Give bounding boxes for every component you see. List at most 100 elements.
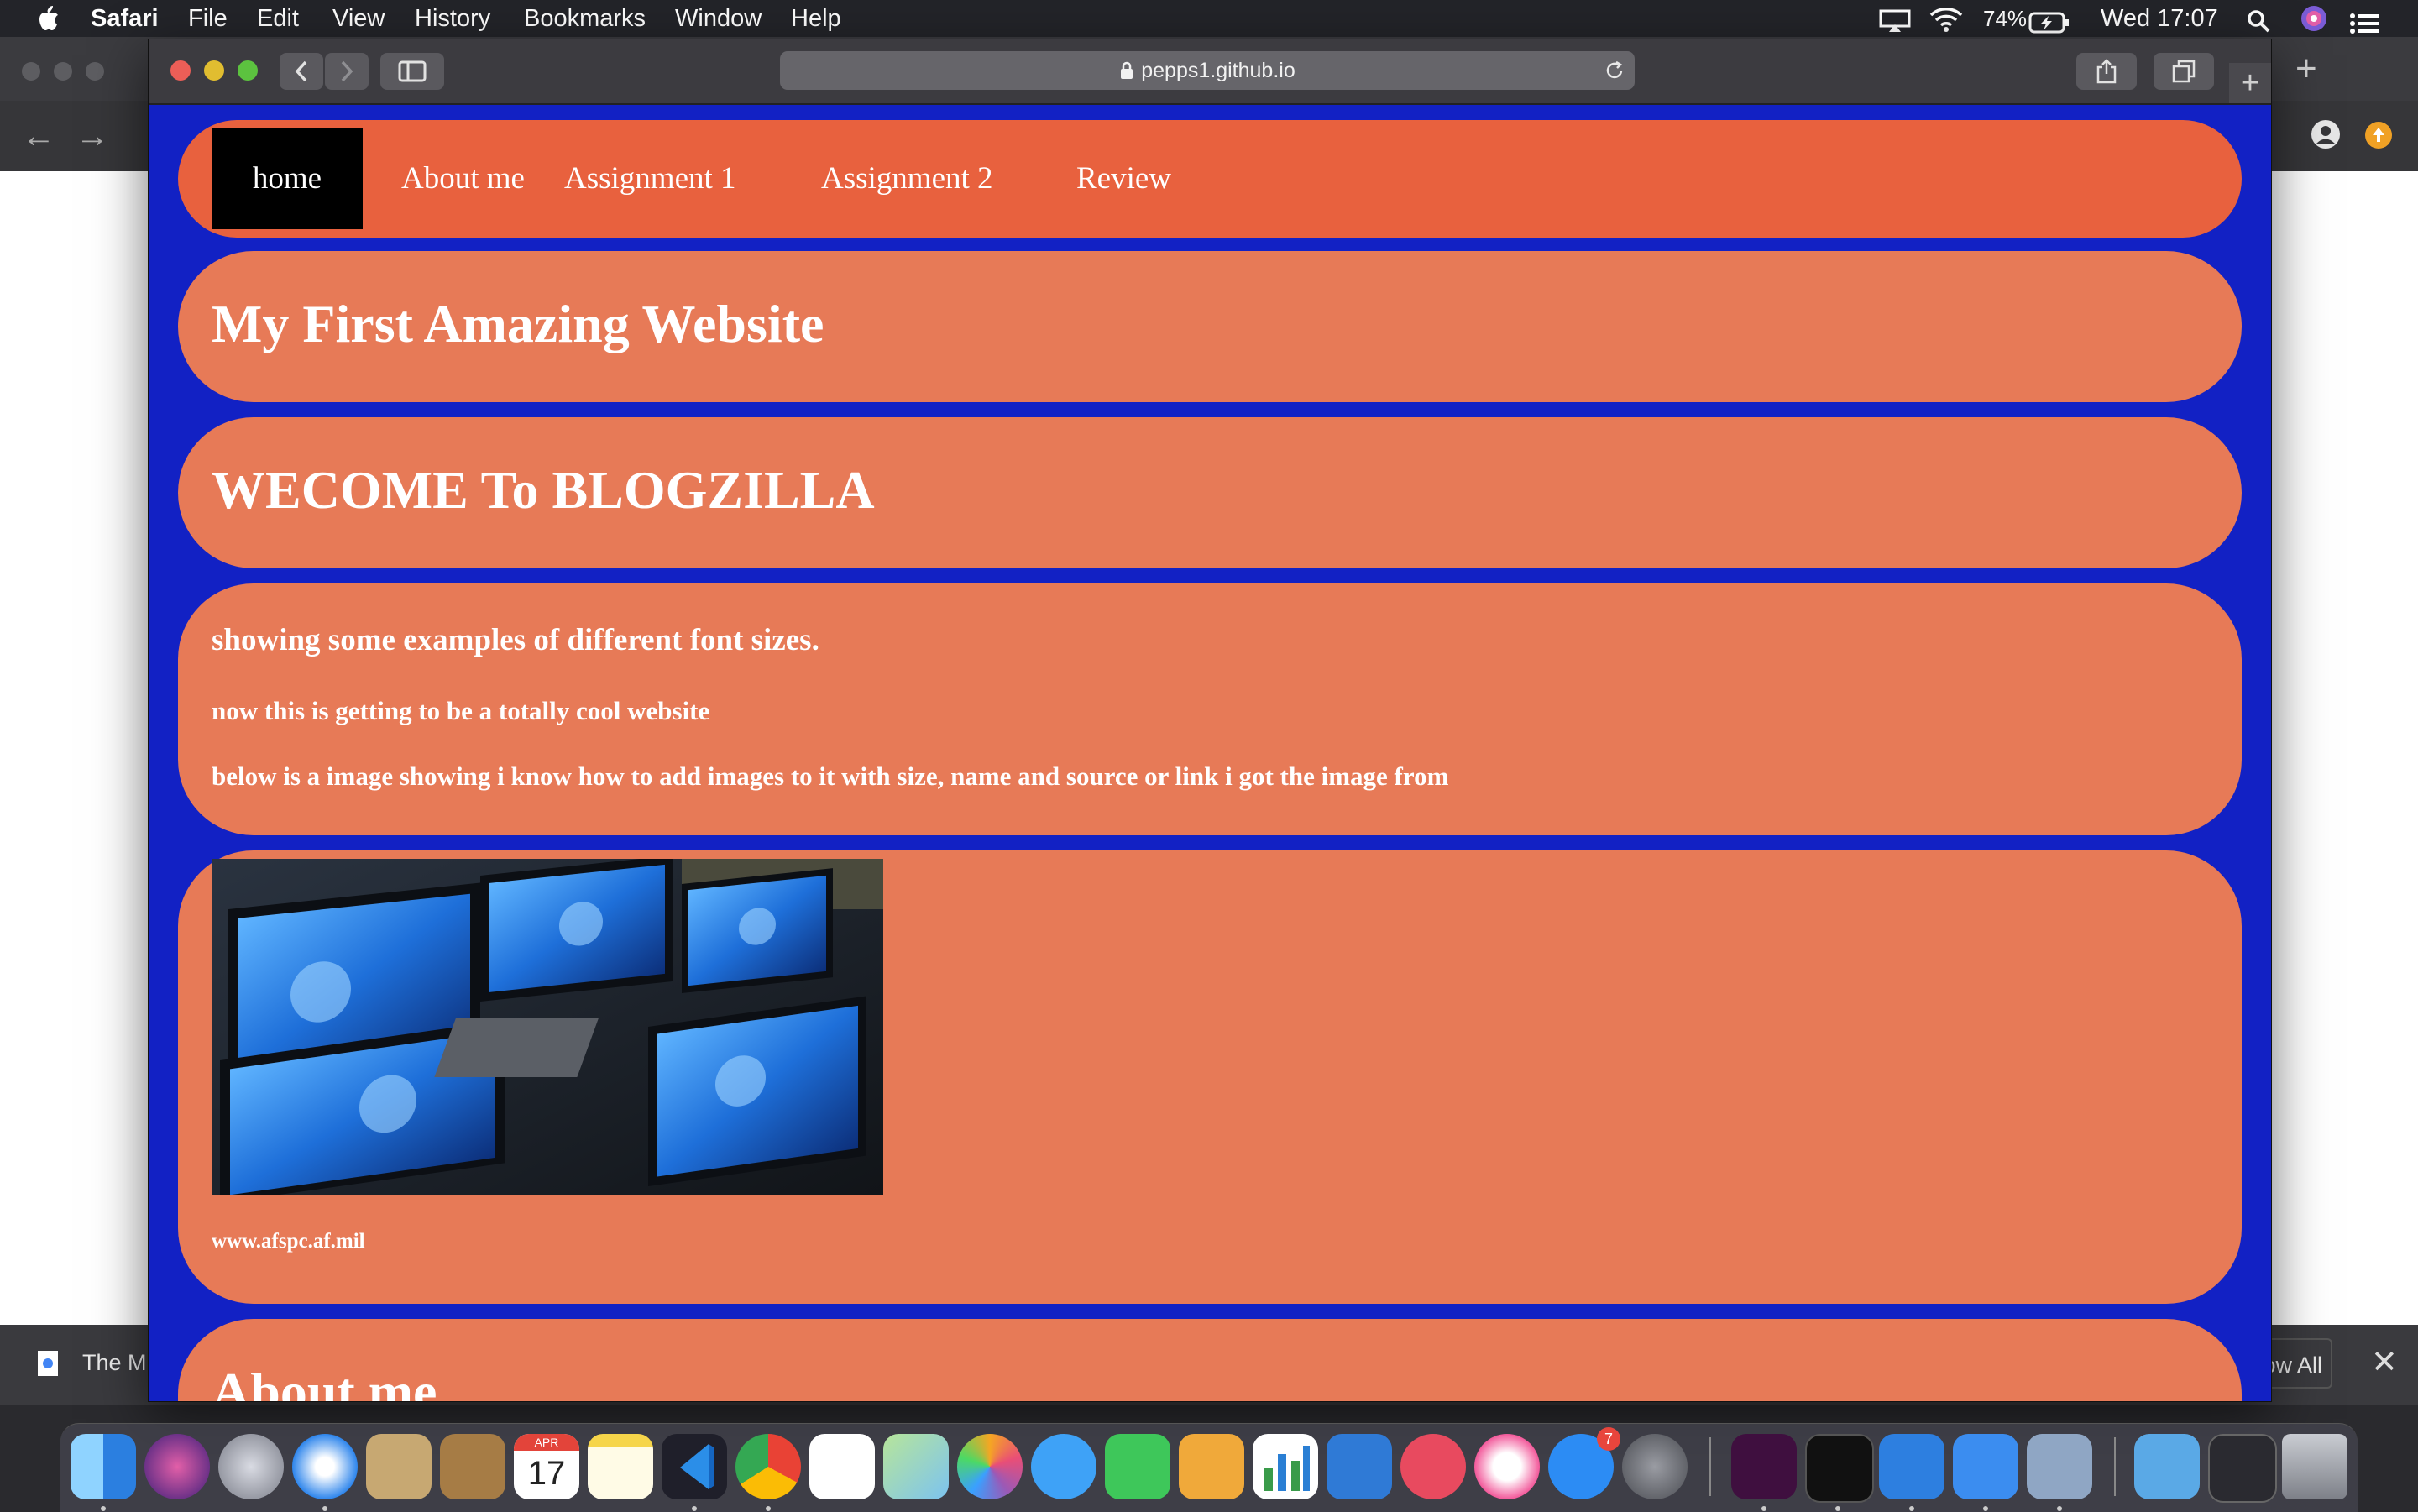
nav-review[interactable]: Review xyxy=(1076,128,1171,229)
siri-icon[interactable] xyxy=(2300,5,2327,32)
vscode-icon[interactable] xyxy=(662,1434,727,1499)
terminal-icon[interactable] xyxy=(1805,1434,1874,1503)
facetime-icon[interactable] xyxy=(1105,1434,1170,1499)
close-download-bar-icon[interactable]: ✕ xyxy=(2371,1343,2398,1381)
preview-icon[interactable] xyxy=(2027,1434,2092,1499)
chevron-left-icon xyxy=(295,60,307,82)
spotlight-search-icon[interactable] xyxy=(2247,7,2270,33)
running-indicator xyxy=(322,1506,327,1511)
nav-about-me[interactable]: About me xyxy=(401,128,525,229)
download-item-name[interactable]: The M xyxy=(82,1350,147,1376)
nav-home[interactable]: home xyxy=(212,128,363,229)
photos-icon[interactable] xyxy=(957,1434,1023,1499)
dock: APR 17 7 xyxy=(60,1423,2358,1512)
siri-dock-icon[interactable] xyxy=(144,1434,210,1499)
laptops-image xyxy=(212,859,883,1195)
safari-dock-icon[interactable] xyxy=(292,1434,358,1499)
bg-forward-icon[interactable]: → xyxy=(76,118,109,155)
share-button[interactable] xyxy=(2076,53,2137,90)
news-icon[interactable] xyxy=(1400,1434,1466,1499)
site-title: My First Amazing Website xyxy=(212,294,824,353)
keynote-icon[interactable] xyxy=(1327,1434,1392,1499)
download-file-icon xyxy=(37,1350,59,1383)
bg-profile-icon[interactable] xyxy=(2311,119,2341,154)
about-heading: About me xyxy=(212,1362,437,1402)
menu-app-name[interactable]: Safari xyxy=(91,0,159,37)
launchpad-icon[interactable] xyxy=(218,1434,284,1499)
contacts-icon[interactable] xyxy=(440,1434,505,1499)
nav-assignment-2[interactable]: Assignment 2 xyxy=(821,128,993,229)
menu-window[interactable]: Window xyxy=(675,0,762,37)
menu-view[interactable]: View xyxy=(332,0,385,37)
new-tab-button[interactable]: + xyxy=(2229,63,2271,103)
app-store-icon[interactable]: 7 xyxy=(1548,1427,1620,1499)
running-indicator xyxy=(2057,1506,2062,1511)
apple-icon[interactable] xyxy=(34,0,62,37)
calendar-icon[interactable]: APR 17 xyxy=(514,1434,579,1499)
system-preferences-icon[interactable] xyxy=(1622,1434,1688,1499)
downloads-folder-icon[interactable] xyxy=(2134,1434,2200,1499)
menu-history[interactable]: History xyxy=(415,0,490,37)
title-panel: My First Amazing Website xyxy=(178,251,2242,402)
bg-update-icon[interactable] xyxy=(2364,121,2393,154)
menu-bookmarks[interactable]: Bookmarks xyxy=(524,0,646,37)
safari-toolbar: pepps1.github.io + xyxy=(149,39,2271,105)
font-example-large: showing some examples of different font … xyxy=(212,623,819,657)
menu-bar: Safari File Edit View History Bookmarks … xyxy=(0,0,2418,37)
running-indicator xyxy=(101,1506,106,1511)
address-bar[interactable]: pepps1.github.io xyxy=(780,51,1635,90)
image-source-credit[interactable]: www.afspc.af.mil xyxy=(212,1230,365,1253)
menu-edit[interactable]: Edit xyxy=(257,0,299,37)
pages-icon[interactable] xyxy=(1179,1434,1244,1499)
screenshot-stack-icon[interactable] xyxy=(2208,1434,2277,1503)
running-indicator xyxy=(1761,1506,1766,1511)
font-examples-panel: showing some examples of different font … xyxy=(178,583,2242,835)
share-icon xyxy=(2096,59,2117,84)
bg-back-icon[interactable]: ← xyxy=(22,118,55,155)
mail-stamp-icon[interactable] xyxy=(366,1434,432,1499)
safari-window: pepps1.github.io + home About me Assignm… xyxy=(148,39,2272,1402)
battery-percent: 74% xyxy=(1983,6,2028,31)
calendar-day: 17 xyxy=(527,1455,566,1492)
notes-icon[interactable] xyxy=(588,1434,653,1499)
zoom-window-button[interactable] xyxy=(238,60,258,81)
numbers-icon[interactable] xyxy=(1253,1434,1318,1499)
about-panel: About me xyxy=(178,1319,2242,1402)
xcode-icon[interactable] xyxy=(1879,1434,1944,1499)
maps-icon[interactable] xyxy=(883,1434,949,1499)
music-icon[interactable] xyxy=(1474,1434,1540,1499)
airplay-icon[interactable] xyxy=(1879,7,1911,32)
close-window-button[interactable] xyxy=(170,60,191,81)
battery-icon[interactable] xyxy=(2028,8,2070,34)
bg-close-dot xyxy=(22,62,40,81)
dock-divider xyxy=(1709,1437,1711,1496)
bg-zoom-dot xyxy=(86,62,104,81)
simulator-icon[interactable] xyxy=(1953,1434,2018,1499)
chrome-icon[interactable] xyxy=(735,1434,801,1499)
notification-center-icon[interactable] xyxy=(2349,8,2379,34)
back-button[interactable] xyxy=(280,53,323,90)
menu-clock[interactable]: Wed 17:07 xyxy=(2101,0,2218,37)
running-indicator xyxy=(1983,1506,1988,1511)
forward-button[interactable] xyxy=(325,53,369,90)
slack-icon[interactable] xyxy=(1731,1434,1797,1499)
tabs-overview-button[interactable] xyxy=(2154,53,2214,90)
finder-icon[interactable] xyxy=(71,1434,136,1499)
reload-icon[interactable] xyxy=(1604,60,1625,81)
trash-icon[interactable] xyxy=(2282,1434,2347,1499)
minimize-window-button[interactable] xyxy=(204,60,224,81)
dock-divider xyxy=(2114,1437,2116,1496)
wifi-icon[interactable] xyxy=(1929,5,1963,32)
image-panel: www.afspc.af.mil xyxy=(178,850,2242,1304)
menu-file[interactable]: File xyxy=(188,0,228,37)
app-store-badge: 7 xyxy=(1597,1427,1620,1451)
nav-assignment-1[interactable]: Assignment 1 xyxy=(564,128,736,229)
menu-help[interactable]: Help xyxy=(791,0,841,37)
messages-icon[interactable] xyxy=(1031,1434,1096,1499)
bg-new-tab-icon[interactable]: + xyxy=(2295,50,2317,87)
lock-icon xyxy=(1121,61,1133,79)
reminders-icon[interactable] xyxy=(809,1434,875,1499)
sidebar-icon xyxy=(398,60,427,82)
running-indicator xyxy=(766,1506,771,1511)
sidebar-button[interactable] xyxy=(380,53,444,90)
